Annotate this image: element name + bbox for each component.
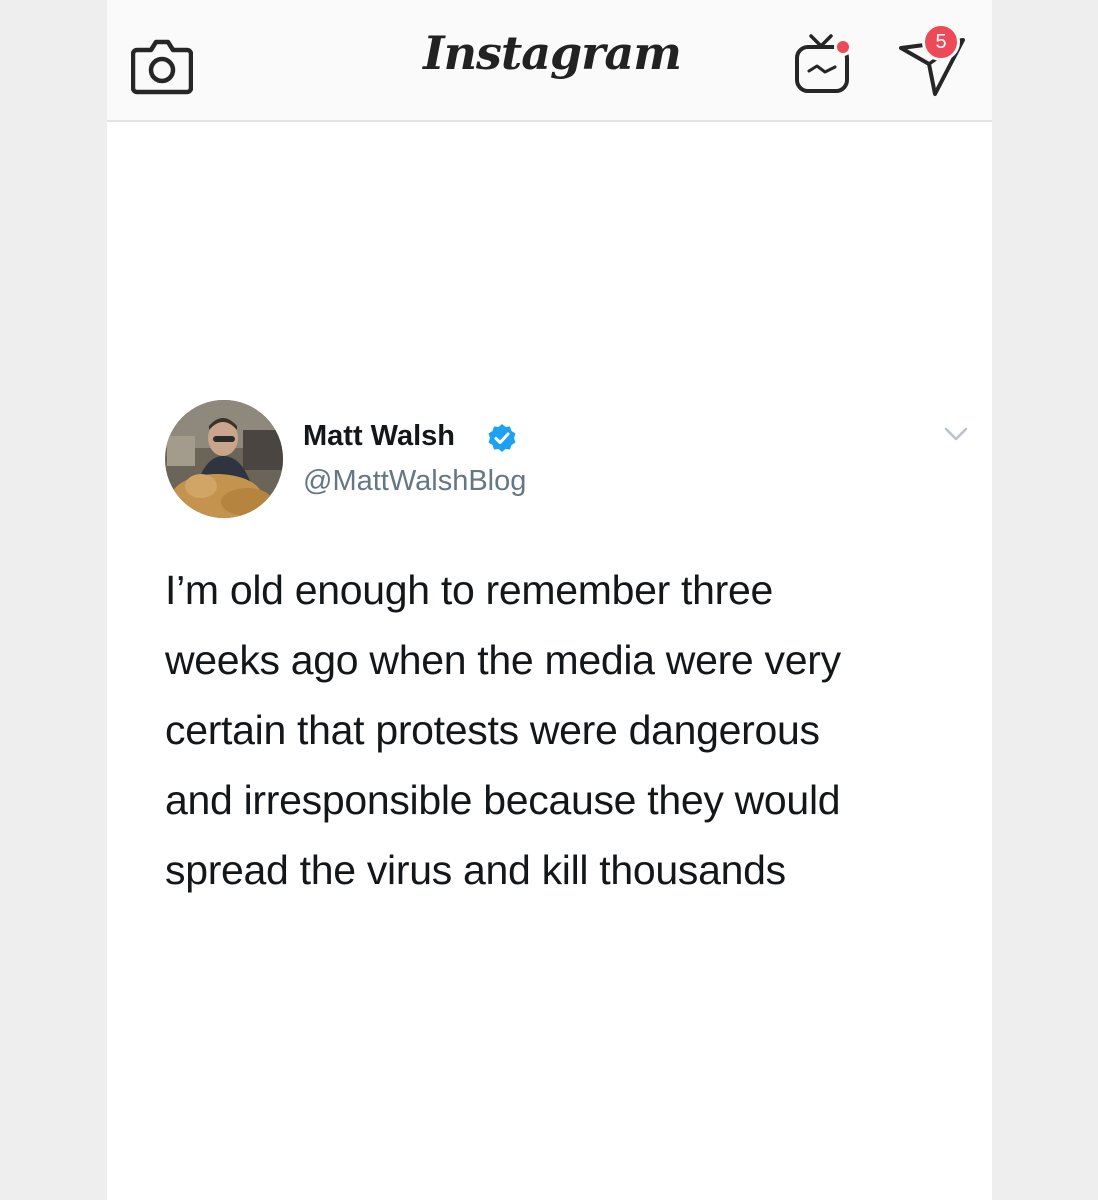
top-navigation-bar: Instagram 5: [107, 0, 992, 122]
direct-message-badge: 5: [922, 23, 960, 61]
tweet-text-line: spread the virus and kill thousands: [165, 847, 786, 893]
chevron-down-icon[interactable]: [943, 425, 969, 443]
author-name[interactable]: Matt Walsh: [303, 420, 455, 453]
tweet-text-line: and irresponsible because they would: [165, 777, 841, 823]
tweet-text-line: weeks ago when the media were very: [165, 637, 841, 683]
avatar[interactable]: [165, 400, 283, 518]
igtv-icon[interactable]: [791, 28, 861, 100]
tweet-text-line: certain that protests were dangerous: [165, 707, 820, 753]
tweet-text: I’m old enough to remember three weeks a…: [165, 555, 965, 905]
author-handle[interactable]: @MattWalshBlog: [303, 465, 526, 498]
tweet-text-line: I’m old enough to remember three: [165, 567, 774, 613]
instagram-logo-title: Instagram: [423, 26, 682, 80]
camera-icon[interactable]: [130, 38, 194, 96]
instagram-screen: Instagram 5 Matt Walsh @MattWalshBlog I’…: [107, 0, 992, 1200]
verified-badge-icon: [487, 423, 517, 453]
